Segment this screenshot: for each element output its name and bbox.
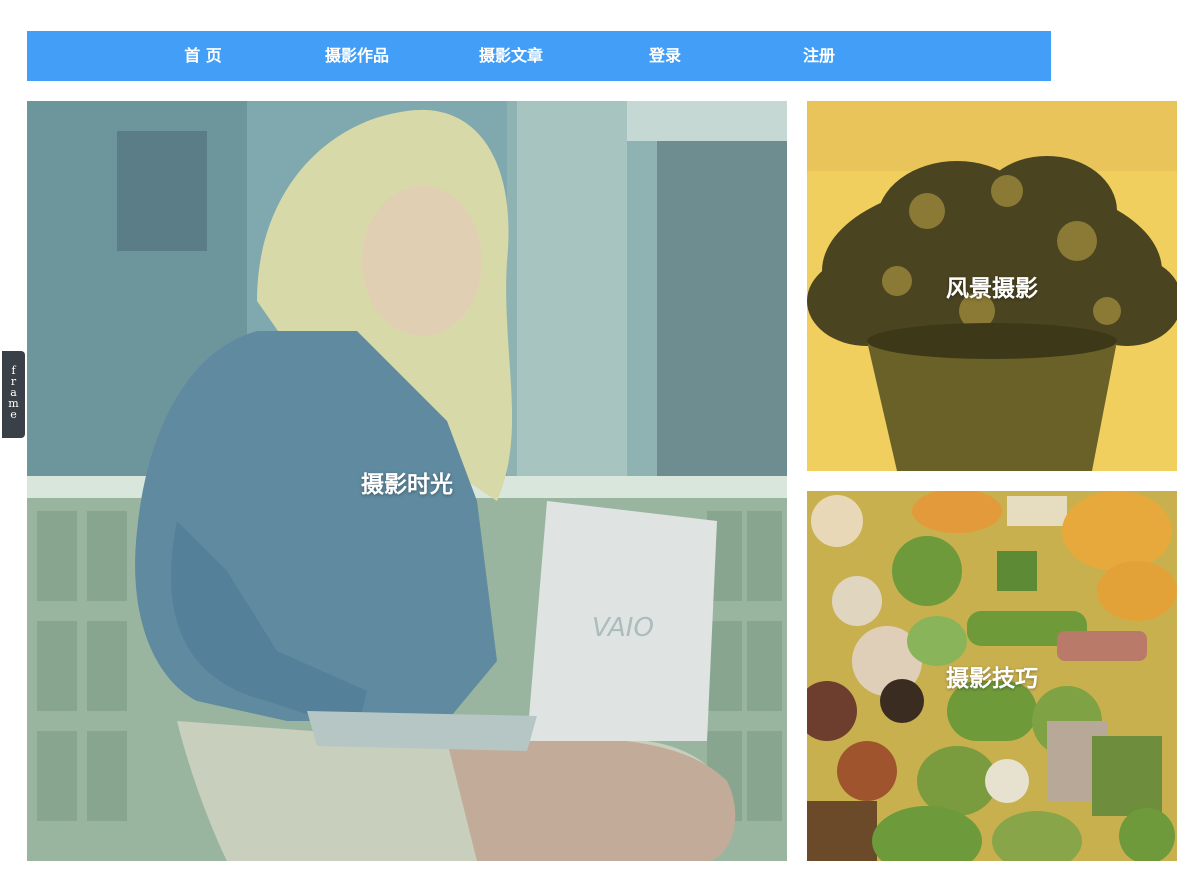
photo-time-tile[interactable]: VAIO 摄影时光 [27, 101, 787, 861]
top-navigation-bar: 首 页 摄影作品 摄影文章 登录 注册 [27, 31, 1051, 81]
landscape-photo-tile[interactable]: 风景摄影 [807, 101, 1177, 471]
photo-time-caption: 摄影时光 [361, 471, 453, 498]
frame-tab-label: frame [8, 364, 19, 421]
laptop-brand-text: VAIO [592, 613, 654, 643]
nav-link-register[interactable]: 注册 [749, 31, 889, 81]
nav-link-photo-articles[interactable]: 摄影文章 [441, 31, 581, 81]
nav-link-home[interactable]: 首 页 [133, 31, 273, 81]
landscape-photo-caption: 风景摄影 [946, 275, 1038, 302]
nav-link-photo-works[interactable]: 摄影作品 [287, 31, 427, 81]
frame-side-tab[interactable]: frame [2, 351, 25, 438]
page: 首 页 摄影作品 摄影文章 登录 注册 VAIO 摄影时光 风景摄影 摄影技巧 … [0, 0, 1195, 870]
photo-tips-tile[interactable]: 摄影技巧 [807, 491, 1177, 861]
nav-link-login[interactable]: 登录 [595, 31, 735, 81]
photo-tips-caption: 摄影技巧 [946, 665, 1038, 692]
